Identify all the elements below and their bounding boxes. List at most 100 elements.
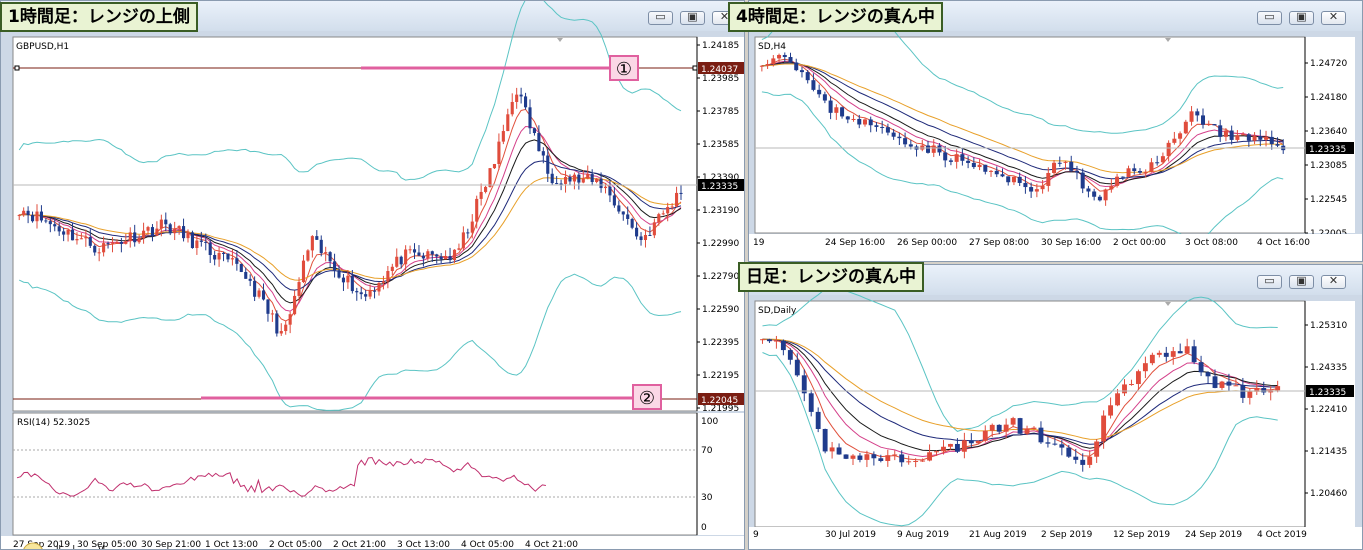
candle-body xyxy=(408,249,412,251)
h1-annotation-label: 1時間足：レンジの上側 xyxy=(0,2,198,32)
candle-body xyxy=(53,224,57,227)
candle-body xyxy=(767,339,772,342)
candle-body xyxy=(1011,176,1016,183)
candle-body xyxy=(1275,144,1280,146)
candle-body xyxy=(306,250,310,261)
candle-body xyxy=(572,174,576,182)
time-tick-label: 3 Oct 08:00 xyxy=(1185,238,1238,248)
candle-body xyxy=(563,176,568,184)
candle-body xyxy=(412,249,417,253)
candle-body xyxy=(808,393,814,412)
candle-body xyxy=(288,314,292,325)
h1-chart-canvas[interactable]: GBPUSD,H1 1.24185 1.23985 1.23785 1.23585 1.2… xyxy=(1,1,745,550)
candle-body xyxy=(266,299,270,314)
candle-body xyxy=(989,424,995,431)
candle-body xyxy=(639,236,643,241)
candle-body xyxy=(1155,162,1160,164)
candle-body xyxy=(1069,161,1074,171)
candle-body xyxy=(208,242,212,256)
candle-body xyxy=(506,114,510,132)
candle-body xyxy=(851,118,856,120)
candle-body xyxy=(1074,170,1079,173)
price-tick-label: 1.23785 xyxy=(702,107,739,117)
candle-body xyxy=(817,89,822,95)
candle-body xyxy=(541,151,545,156)
candle-body xyxy=(475,198,479,222)
candle-body xyxy=(903,138,908,145)
rsi-tick-label: 100 xyxy=(701,417,718,427)
symbol-label: GBPUSD,H1 xyxy=(16,42,69,52)
candle-body xyxy=(1115,176,1120,186)
candle-body xyxy=(57,226,61,232)
candle-body xyxy=(293,295,297,315)
candle-body xyxy=(297,282,301,296)
candle-body xyxy=(586,174,590,179)
candle-body xyxy=(128,232,132,242)
candle-body xyxy=(457,248,461,250)
h4-chart-canvas[interactable]: SD,H4 1.24720 1.24180 1.23640 1.23085 1.22545… xyxy=(749,1,1363,262)
candle-body xyxy=(765,64,770,66)
candle-body xyxy=(1233,385,1239,387)
price-tick-label: 1.22545 xyxy=(1310,195,1347,205)
candle-body xyxy=(1212,376,1218,388)
candle-body xyxy=(1052,162,1057,173)
candle-body xyxy=(119,241,123,244)
candle-body xyxy=(777,54,782,59)
price-tick-label: 1.24180 xyxy=(1310,93,1347,103)
candle-body xyxy=(581,178,585,183)
candle-body xyxy=(937,145,942,153)
candle-body xyxy=(926,145,931,153)
candle-body xyxy=(996,424,1002,432)
candle-body xyxy=(643,234,648,241)
candle-body xyxy=(452,249,457,261)
candle-body xyxy=(829,447,835,452)
candle-body xyxy=(124,241,128,244)
candle-body xyxy=(337,270,341,278)
candle-body xyxy=(1097,196,1102,201)
candle-body xyxy=(971,162,976,168)
candle-body xyxy=(1223,130,1228,137)
candle-body xyxy=(843,454,849,459)
time-tick-label: 4 Oct 05:00 xyxy=(461,540,514,550)
candle-body xyxy=(497,141,501,165)
candle-body xyxy=(150,227,155,236)
candle-body xyxy=(874,125,879,127)
candle-body xyxy=(675,192,679,207)
candle-body xyxy=(501,131,505,142)
candle-body xyxy=(1129,384,1134,386)
candle-body xyxy=(1059,444,1065,448)
candle-body xyxy=(885,455,891,461)
price-tick-label: 1.22395 xyxy=(702,338,739,348)
candle-body xyxy=(864,454,870,460)
candle-body xyxy=(621,211,625,215)
candle-body xyxy=(1132,168,1137,172)
candle-body xyxy=(324,252,328,254)
candle-body xyxy=(461,232,465,249)
candle-body xyxy=(159,219,163,229)
price-tick-label: 1.23640 xyxy=(1310,127,1347,137)
candle-body xyxy=(1006,176,1011,183)
candle-body xyxy=(253,280,257,297)
candle-body xyxy=(1120,176,1125,178)
candle-body xyxy=(836,447,842,455)
candle-body xyxy=(484,186,488,192)
candle-body xyxy=(93,245,97,253)
rsi-plot-area xyxy=(12,412,698,536)
candle-body xyxy=(66,229,70,235)
candle-body xyxy=(470,221,474,233)
time-tick-label: 2 Sep 2019 xyxy=(1041,530,1093,540)
candle-body xyxy=(235,258,239,264)
candle-body xyxy=(217,252,221,260)
candle-body xyxy=(155,228,159,236)
candle-body xyxy=(79,238,83,240)
last-price-label: 1.23335 xyxy=(1309,388,1346,398)
price-tick-label: 1.24185 xyxy=(702,41,739,51)
d1-chart-canvas[interactable]: SD,Daily 1.25310 1.24335 1.22410 1.21435 1.20… xyxy=(749,265,1363,550)
candle-body xyxy=(994,170,999,175)
marker-1-label: ① xyxy=(616,59,632,80)
candle-body xyxy=(1017,418,1023,434)
candle-body xyxy=(1183,121,1188,134)
candle-body xyxy=(168,224,172,234)
candle-body xyxy=(850,455,856,459)
candle-body xyxy=(943,152,948,161)
